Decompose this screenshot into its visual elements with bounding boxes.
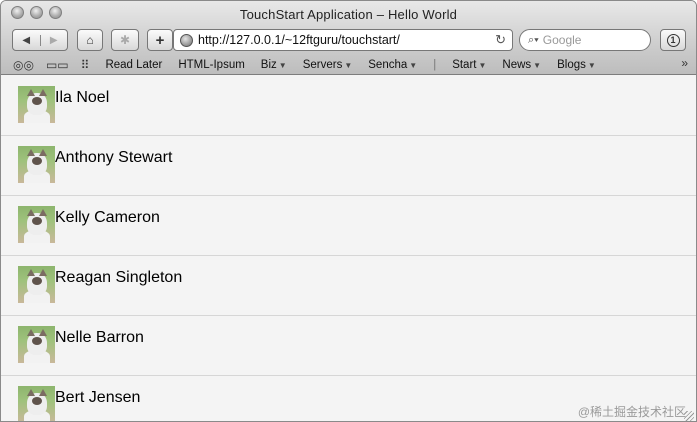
add-bookmark-button[interactable]: + — [147, 29, 173, 51]
grid-icon[interactable]: ⠿ — [81, 58, 90, 72]
avatar — [18, 86, 55, 123]
reload-icon[interactable]: ↻ — [495, 32, 506, 48]
bookmark-folder[interactable]: Start ▼ — [452, 59, 486, 71]
forward-arrow-icon[interactable]: ▶ — [39, 34, 68, 46]
address-bar[interactable]: http://127.0.0.1/~12ftguru/touchstart/ ↻ — [173, 29, 513, 51]
search-placeholder: Google — [542, 33, 582, 47]
list-item[interactable]: Anthony Stewart — [1, 136, 696, 196]
top-sites-icon: ✱ — [119, 33, 131, 47]
back-forward-buttons: ◀ ▶ — [12, 29, 68, 51]
home-icon: ⌂ — [86, 33, 94, 47]
top-sites-button[interactable]: ✱ — [111, 29, 139, 51]
avatar — [18, 146, 55, 183]
info-icon: 1 — [666, 33, 680, 47]
dropdown-arrow-icon: ▼ — [344, 60, 353, 70]
bookmarks-book-icon[interactable]: ▭▭ — [46, 58, 69, 72]
bookmark-folder[interactable]: Blogs ▼ — [557, 59, 596, 71]
dropdown-arrow-icon: ▼ — [278, 60, 287, 70]
contact-name: Bert Jensen — [55, 389, 141, 406]
list-item[interactable]: Nelle Barron — [1, 316, 696, 376]
contact-name: Reagan Singleton — [55, 269, 183, 286]
contact-name: Anthony Stewart — [55, 149, 173, 166]
globe-icon — [180, 33, 193, 47]
home-button[interactable]: ⌂ — [77, 29, 103, 51]
info-button[interactable]: 1 — [660, 29, 686, 51]
avatar — [18, 326, 55, 363]
list-item[interactable]: Kelly Cameron — [1, 196, 696, 256]
contact-name: Nelle Barron — [55, 329, 144, 346]
contact-name: Kelly Cameron — [55, 209, 160, 226]
bookmark-item[interactable]: HTML-Ipsum — [178, 59, 244, 71]
bookmark-item[interactable]: Read Later — [105, 59, 162, 71]
search-field[interactable]: ⌕▾ Google — [519, 29, 651, 51]
window-title: TouchStart Application – Hello World — [239, 7, 458, 22]
url-field[interactable]: http://127.0.0.1/~12ftguru/touchstart/ — [198, 33, 495, 47]
more-bookmarks-icon[interactable]: » — [681, 56, 688, 70]
bookmark-folder[interactable]: Servers ▼ — [303, 59, 353, 71]
contact-list: Ila Noel Anthony Stewart Kelly Cameron R… — [1, 76, 696, 421]
bookmark-separator: | — [433, 58, 437, 71]
bookmark-folder[interactable]: Sencha ▼ — [368, 59, 417, 71]
resize-grip[interactable] — [684, 411, 694, 421]
plus-icon: + — [155, 31, 165, 49]
dropdown-arrow-icon: ▼ — [409, 60, 418, 70]
watermark: @稀土掘金技术社区 — [577, 405, 686, 419]
bookmark-folder[interactable]: Biz ▼ — [261, 59, 287, 71]
back-arrow-icon[interactable]: ◀ — [13, 35, 40, 46]
list-item[interactable]: Ila Noel — [1, 76, 696, 136]
avatar — [18, 386, 55, 421]
dropdown-arrow-icon: ▼ — [478, 60, 487, 70]
dropdown-arrow-icon: ▼ — [587, 60, 596, 70]
browser-chrome: TouchStart Application – Hello World ◀ ▶… — [1, 1, 696, 75]
reading-list-icon[interactable]: ◎◎ — [13, 58, 34, 72]
bookmarks-bar: ◎◎ ▭▭ ⠿ Read Later HTML-Ipsum Biz ▼ Serve… — [1, 56, 696, 73]
dropdown-arrow-icon: ▼ — [533, 60, 542, 70]
contact-name: Ila Noel — [55, 89, 110, 106]
bookmark-folder[interactable]: News ▼ — [502, 59, 541, 71]
avatar — [18, 206, 55, 243]
search-icon: ⌕▾ — [528, 33, 539, 46]
avatar — [18, 266, 55, 303]
browser-window: TouchStart Application – Hello World ◀ ▶… — [0, 0, 697, 422]
list-item[interactable]: Reagan Singleton — [1, 256, 696, 316]
